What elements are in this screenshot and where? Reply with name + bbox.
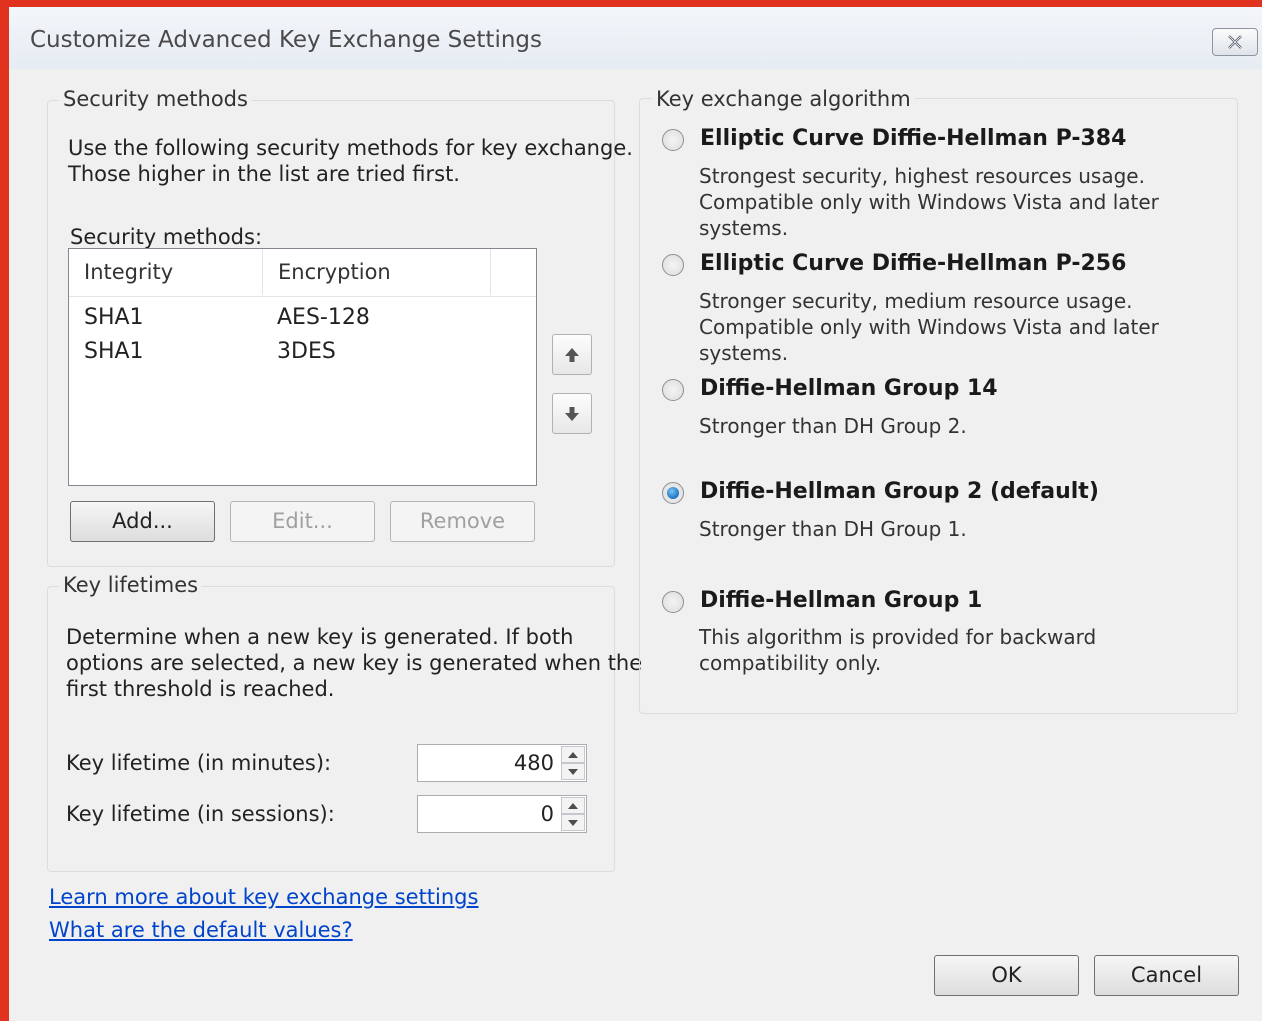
option-title-dh-group-1[interactable]: Diffie-Hellman Group 1 [700, 587, 982, 615]
radio-dh-group-2[interactable] [662, 482, 684, 504]
radio-dh-group-1[interactable] [662, 591, 684, 613]
key-lifetime-minutes-label: Key lifetime (in minutes): [66, 751, 332, 775]
option-title-ecdh-p384[interactable]: Elliptic Curve Diffie-Hellman P-384 [700, 125, 1126, 153]
security-methods-list[interactable]: Integrity Encryption SHA1 AES-128 SHA1 3… [68, 248, 537, 486]
option-title-dh-group-2[interactable]: Diffie-Hellman Group 2 (default) [700, 478, 1099, 506]
security-methods-legend: Security methods [59, 87, 252, 111]
key-lifetime-sessions-label: Key lifetime (in sessions): [66, 802, 335, 826]
arrow-down-icon [565, 406, 579, 421]
move-down-button[interactable] [552, 393, 592, 434]
option-desc-ecdh-p256-2: Compatible only with Windows Vista and l… [699, 315, 1159, 339]
caret-down-icon [568, 819, 578, 826]
window-title: Customize Advanced Key Exchange Settings [30, 27, 542, 53]
option-desc-ecdh-p384-2: Compatible only with Windows Vista and l… [699, 190, 1159, 214]
move-up-button[interactable] [552, 334, 592, 375]
option-desc-ecdh-p384-1: Strongest security, highest resources us… [699, 164, 1145, 188]
arrow-up-icon [565, 347, 579, 362]
option-desc-dh-group-1-1: This algorithm is provided for backward [699, 625, 1097, 649]
caret-up-icon [568, 751, 578, 758]
key-lifetimes-description-2: options are selected, a new key is gener… [66, 651, 643, 675]
close-icon [1228, 35, 1242, 49]
option-desc-ecdh-p384-3: systems. [699, 216, 789, 240]
security-methods-list-label: Security methods: [70, 225, 263, 249]
cell-integrity: SHA1 [84, 305, 144, 330]
option-title-dh-group-14[interactable]: Diffie-Hellman Group 14 [700, 375, 998, 403]
decrement-button[interactable] [561, 814, 585, 831]
spin-buttons [561, 797, 585, 831]
option-desc-dh-group-1-2: compatibility only. [699, 651, 882, 675]
key-lifetimes-description-1: Determine when a new key is generated. I… [66, 625, 574, 649]
key-lifetime-sessions-value[interactable]: 0 [541, 796, 554, 832]
option-desc-dh-group-14-1: Stronger than DH Group 2. [699, 414, 967, 438]
cancel-button[interactable]: Cancel [1094, 955, 1239, 996]
learn-more-link[interactable]: Learn more about key exchange settings [49, 885, 478, 909]
caret-up-icon [568, 802, 578, 809]
key-lifetime-minutes-value[interactable]: 480 [514, 745, 554, 781]
option-desc-dh-group-2-1: Stronger than DH Group 1. [699, 517, 967, 541]
key-lifetime-minutes-stepper[interactable]: 480 [417, 744, 587, 782]
cell-integrity: SHA1 [84, 339, 144, 364]
ok-button[interactable]: OK [934, 955, 1079, 996]
key-exchange-algorithm-legend: Key exchange algorithm [652, 87, 915, 111]
radio-dh-group-14[interactable] [662, 379, 684, 401]
column-header-encryption[interactable]: Encryption [263, 249, 491, 295]
remove-button[interactable]: Remove [390, 501, 535, 542]
column-header-integrity[interactable]: Integrity [69, 249, 263, 295]
key-lifetime-sessions-stepper[interactable]: 0 [417, 795, 587, 833]
table-row[interactable]: SHA1 3DES [69, 335, 536, 369]
caret-down-icon [568, 768, 578, 775]
dialog: Customize Advanced Key Exchange Settings… [9, 7, 1262, 1021]
increment-button[interactable] [561, 797, 585, 814]
add-button[interactable]: Add... [70, 501, 215, 542]
radio-ecdh-p256[interactable] [662, 254, 684, 276]
key-lifetimes-legend: Key lifetimes [59, 573, 203, 597]
decrement-button[interactable] [561, 763, 585, 780]
title-bar: Customize Advanced Key Exchange Settings [9, 7, 1262, 69]
cell-encryption: 3DES [277, 339, 336, 364]
security-methods-description-1: Use the following security methods for k… [68, 136, 633, 160]
increment-button[interactable] [561, 746, 585, 763]
option-desc-ecdh-p256-1: Stronger security, medium resource usage… [699, 289, 1133, 313]
default-values-link[interactable]: What are the default values? [49, 918, 353, 942]
edit-button[interactable]: Edit... [230, 501, 375, 542]
spin-buttons [561, 746, 585, 780]
radio-ecdh-p384[interactable] [662, 129, 684, 151]
list-header: Integrity Encryption [69, 249, 536, 297]
option-title-ecdh-p256[interactable]: Elliptic Curve Diffie-Hellman P-256 [700, 250, 1126, 278]
security-methods-description-2: Those higher in the list are tried first… [68, 162, 460, 186]
table-row[interactable]: SHA1 AES-128 [69, 301, 536, 335]
close-button[interactable] [1212, 28, 1258, 56]
key-lifetimes-description-3: first threshold is reached. [66, 677, 335, 701]
cell-encryption: AES-128 [277, 305, 370, 330]
option-desc-ecdh-p256-3: systems. [699, 341, 789, 365]
